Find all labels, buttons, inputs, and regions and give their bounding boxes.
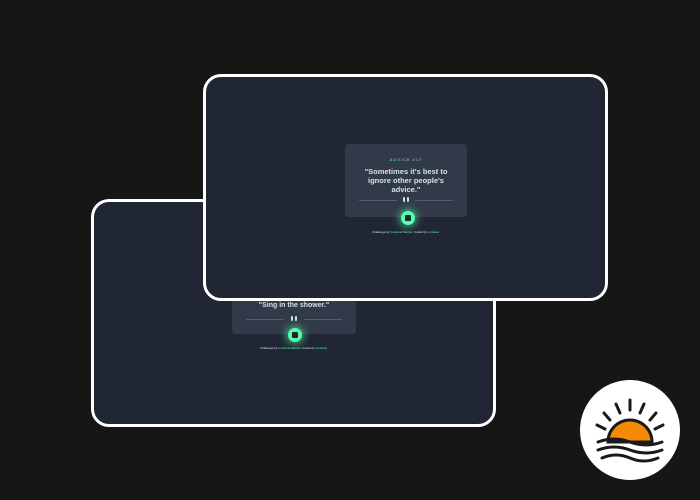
attribution: Challenge by Frontend Mentor. Coded by L… [94, 346, 493, 350]
pattern-divider [359, 197, 453, 203]
attribution-middle: . Coded by [412, 230, 428, 234]
advice-card: ADVICE #17 "Sometimes it's best to ignor… [345, 144, 467, 217]
challenge-link[interactable]: Frontend Mentor [278, 346, 300, 350]
dice-icon [292, 332, 298, 338]
advice-quote: "Sometimes it's best to ignore other peo… [364, 167, 448, 194]
pause-icon [403, 197, 409, 202]
pause-icon [291, 316, 297, 321]
attribution-prefix: Challenge by [259, 346, 279, 350]
sunset-logo-icon [595, 398, 665, 463]
author-link[interactable]: Lumiano [428, 230, 440, 234]
attribution-middle: . Coded by [300, 346, 316, 350]
front-screenshot-window: ADVICE #17 "Sometimes it's best to ignor… [203, 74, 608, 301]
dice-button[interactable] [288, 328, 302, 342]
divider-line-left [359, 200, 397, 201]
advice-id: ADVICE #17 [389, 157, 423, 162]
divider-line-right [303, 319, 342, 320]
advice-quote: "Sing in the shower." [258, 302, 330, 309]
divider-line-right [415, 200, 453, 201]
dice-icon [405, 215, 411, 221]
attribution: Challenge by Frontend Mentor. Coded by L… [206, 230, 605, 234]
logo-badge [580, 380, 680, 480]
divider-line-left [246, 319, 285, 320]
pattern-divider [246, 316, 342, 322]
attribution-prefix: Challenge by [371, 230, 391, 234]
author-link[interactable]: Lumiano [316, 346, 328, 350]
dice-button[interactable] [401, 211, 415, 225]
challenge-link[interactable]: Frontend Mentor [390, 230, 412, 234]
